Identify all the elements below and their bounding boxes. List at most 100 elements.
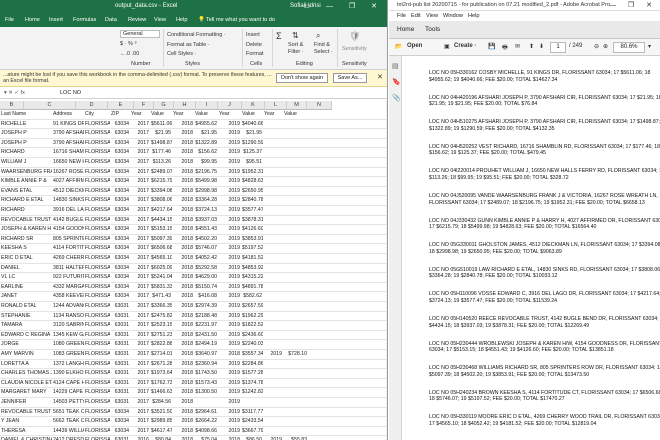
- table-cell[interactable]: 2017: [130, 187, 150, 196]
- autosum-icon[interactable]: Σ: [276, 31, 282, 41]
- table-cell[interactable]: $1498.87: [150, 139, 172, 148]
- table-cell[interactable]: 2018: [172, 312, 194, 321]
- table-cell[interactable]: $5746.07: [194, 244, 218, 253]
- table-cell[interactable]: EARLINE: [0, 283, 52, 292]
- column-header[interactable]: F: [134, 101, 154, 110]
- table-cell[interactable]: 2018: [172, 369, 194, 378]
- table-cell[interactable]: City: [84, 110, 110, 119]
- table-cell[interactable]: 2018: [172, 436, 194, 440]
- table-cell[interactable]: FLORISSANT: [84, 417, 110, 426]
- table-cell[interactable]: [263, 129, 283, 138]
- table-cell[interactable]: 2019: [218, 427, 241, 436]
- table-cell[interactable]: [263, 148, 283, 157]
- table-cell[interactable]: 2017: [130, 206, 150, 215]
- column-header[interactable]: C: [24, 101, 76, 110]
- table-cell[interactable]: $5611.06: [150, 120, 172, 129]
- find-select-icon[interactable]: ⌕: [316, 31, 320, 41]
- table-cell[interactable]: [263, 321, 283, 330]
- table-cell[interactable]: $4052.42: [194, 254, 218, 263]
- menu-edit[interactable]: Edit: [411, 13, 421, 19]
- table-cell[interactable]: EDWARD C REGINA: [0, 331, 52, 340]
- table-cell[interactable]: [283, 427, 308, 436]
- table-cell[interactable]: 2019: [263, 350, 283, 359]
- table-cell[interactable]: $75.04: [194, 436, 218, 440]
- table-cell[interactable]: JOSEPH & KAREN H: [0, 225, 52, 234]
- table-cell[interactable]: 63034: [110, 196, 130, 205]
- table-cell[interactable]: 4142 BUGLE BEN: [52, 216, 84, 225]
- table-cell[interactable]: 4124 CAPE HOR: [52, 379, 84, 388]
- table-cell[interactable]: 2018: [172, 417, 194, 426]
- table-cell[interactable]: [283, 139, 308, 148]
- table-cell[interactable]: 2019: [218, 139, 241, 148]
- table-cell[interactable]: 2019: [218, 360, 241, 369]
- table-cell[interactable]: $2231.97: [194, 321, 218, 330]
- table-cell[interactable]: 2017: [130, 225, 150, 234]
- table-cell[interactable]: $1762.73: [150, 379, 172, 388]
- table-cell[interactable]: 2018: [172, 139, 194, 148]
- table-cell[interactable]: FLORISSANT: [84, 273, 110, 282]
- table-cell[interactable]: [283, 168, 308, 177]
- table-cell[interactable]: 2019: [218, 196, 241, 205]
- table-cell[interactable]: THERESA: [0, 427, 52, 436]
- table-cell[interactable]: [263, 340, 283, 349]
- table-cell[interactable]: [283, 417, 308, 426]
- table-cell[interactable]: Year: [130, 110, 150, 119]
- table-cell[interactable]: 1083 GREEN PAS: [52, 350, 84, 359]
- table-cell[interactable]: $5153.15: [150, 225, 172, 234]
- tab-help[interactable]: Help: [176, 17, 188, 23]
- table-cell[interactable]: 5651 TEAK CT: [52, 408, 84, 417]
- currency-percent-buttons[interactable]: $ · % ⁹: [120, 41, 137, 47]
- table-cell[interactable]: FLORISSANT: [84, 321, 110, 330]
- table-cell[interactable]: 2018: [172, 129, 194, 138]
- tab-view[interactable]: View: [154, 17, 166, 23]
- table-cell[interactable]: [263, 408, 283, 417]
- table-cell[interactable]: 14503 PETTYCOA: [52, 398, 84, 407]
- table-cell[interactable]: EVANS ETAL: [0, 187, 52, 196]
- column-header[interactable]: N: [307, 101, 332, 110]
- table-cell[interactable]: Value: [150, 110, 172, 119]
- table-cell[interactable]: $1952.31: [241, 168, 263, 177]
- table-cell[interactable]: 63031: [110, 321, 130, 330]
- table-cell[interactable]: [283, 312, 308, 321]
- table-cell[interactable]: JORGE: [0, 340, 52, 349]
- table-cell[interactable]: [241, 398, 263, 407]
- next-page-icon[interactable]: ⬇: [539, 43, 544, 50]
- table-cell[interactable]: $4126.60: [241, 225, 263, 234]
- table-cell[interactable]: $4040.66: [241, 120, 263, 129]
- bookmarks-icon[interactable]: 🔖: [392, 78, 401, 86]
- table-cell[interactable]: $2650.95: [241, 187, 263, 196]
- table-cell[interactable]: 63034: [110, 120, 130, 129]
- table-cell[interactable]: 2019: [218, 177, 241, 186]
- table-cell[interactable]: $4565.10: [150, 254, 172, 263]
- table-cell[interactable]: 2017: [130, 158, 150, 167]
- table-cell[interactable]: 2017: [130, 292, 150, 301]
- table-cell[interactable]: Year: [263, 110, 283, 119]
- table-cell[interactable]: TAMARA: [0, 321, 52, 330]
- table-cell[interactable]: 14830 SINKS RD: [52, 196, 84, 205]
- table-cell[interactable]: 2017: [130, 273, 150, 282]
- table-cell[interactable]: 2018: [172, 148, 194, 157]
- table-cell[interactable]: $1573.43: [194, 379, 218, 388]
- table-cell[interactable]: 4027 AFFIRMED: [52, 177, 84, 186]
- table-cell[interactable]: FLORISSANT: [84, 177, 110, 186]
- table-cell[interactable]: $2964.61: [194, 408, 218, 417]
- table-cell[interactable]: 2017: [130, 139, 150, 148]
- table-cell[interactable]: $3577.47: [241, 206, 263, 215]
- table-cell[interactable]: 4154 GOODNESS: [52, 225, 84, 234]
- table-cell[interactable]: Y JEAN: [0, 417, 52, 426]
- table-cell[interactable]: $55.83: [283, 436, 308, 440]
- table-cell[interactable]: 2017: [130, 408, 150, 417]
- table-cell[interactable]: 2017: [130, 264, 150, 273]
- delete-cells-button[interactable]: Delete: [246, 42, 262, 48]
- table-cell[interactable]: 2019: [218, 369, 241, 378]
- table-cell[interactable]: 2018: [218, 436, 241, 440]
- table-cell[interactable]: 63034: [110, 177, 130, 186]
- table-cell[interactable]: AMY MARVIN: [0, 350, 52, 359]
- table-cell[interactable]: FLORISSANT: [84, 168, 110, 177]
- table-cell[interactable]: $5499.98: [194, 177, 218, 186]
- table-cell[interactable]: 63031: [110, 302, 130, 311]
- table-cell[interactable]: 3790 AFSHARI CI: [52, 129, 84, 138]
- table-cell[interactable]: ERIC D ETAL: [0, 254, 52, 263]
- table-cell[interactable]: 2017: [130, 427, 150, 436]
- table-cell[interactable]: [263, 417, 283, 426]
